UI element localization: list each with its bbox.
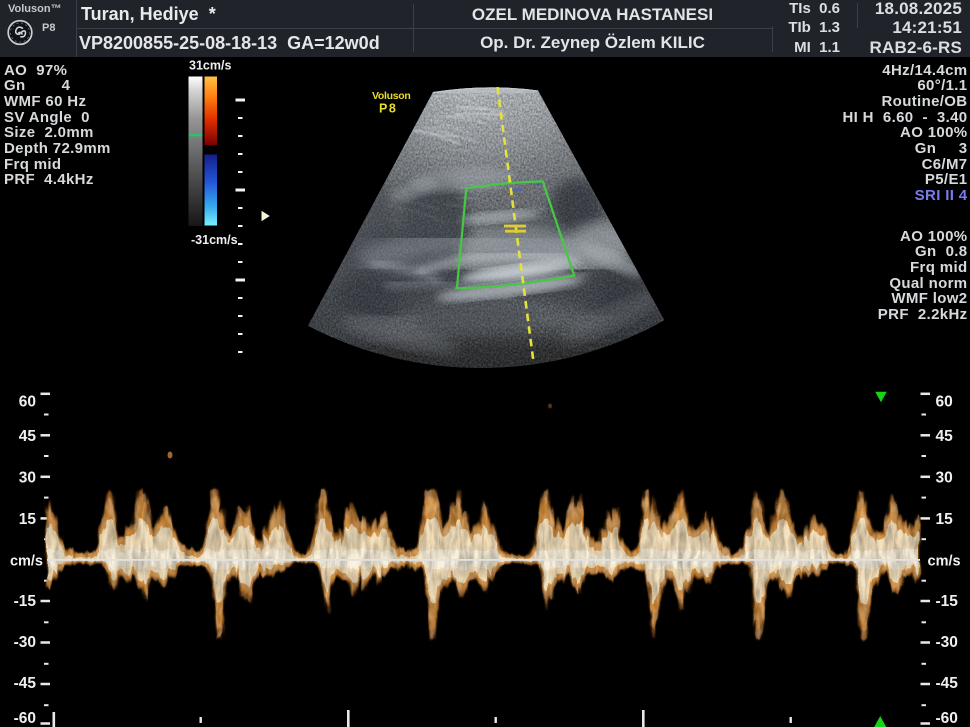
svg-text:30: 30 [936, 470, 953, 487]
svg-text:-60: -60 [14, 710, 36, 727]
svg-text:-30: -30 [14, 634, 36, 651]
svg-text:P8: P8 [379, 102, 397, 116]
svg-text:31cm/s: 31cm/s [189, 59, 231, 73]
svg-text:45: 45 [19, 428, 37, 445]
svg-text:60: 60 [19, 394, 36, 411]
svg-text:cm/s: cm/s [928, 554, 961, 570]
svg-text:-30: -30 [936, 634, 958, 651]
svg-text:cm/s: cm/s [10, 554, 43, 570]
svg-text:Voluson: Voluson [372, 90, 411, 102]
svg-text:-45: -45 [936, 675, 959, 692]
svg-text:60: 60 [936, 394, 953, 411]
svg-text:15: 15 [19, 511, 37, 528]
svg-text:45: 45 [936, 428, 954, 445]
svg-text:-31cm/s: -31cm/s [191, 233, 238, 247]
svg-text:30: 30 [19, 470, 36, 487]
svg-text:-15: -15 [14, 593, 37, 610]
svg-text:-60: -60 [936, 710, 958, 727]
svg-text:-15: -15 [936, 593, 959, 610]
svg-text:-45: -45 [14, 675, 37, 692]
svg-text:15: 15 [936, 511, 954, 528]
